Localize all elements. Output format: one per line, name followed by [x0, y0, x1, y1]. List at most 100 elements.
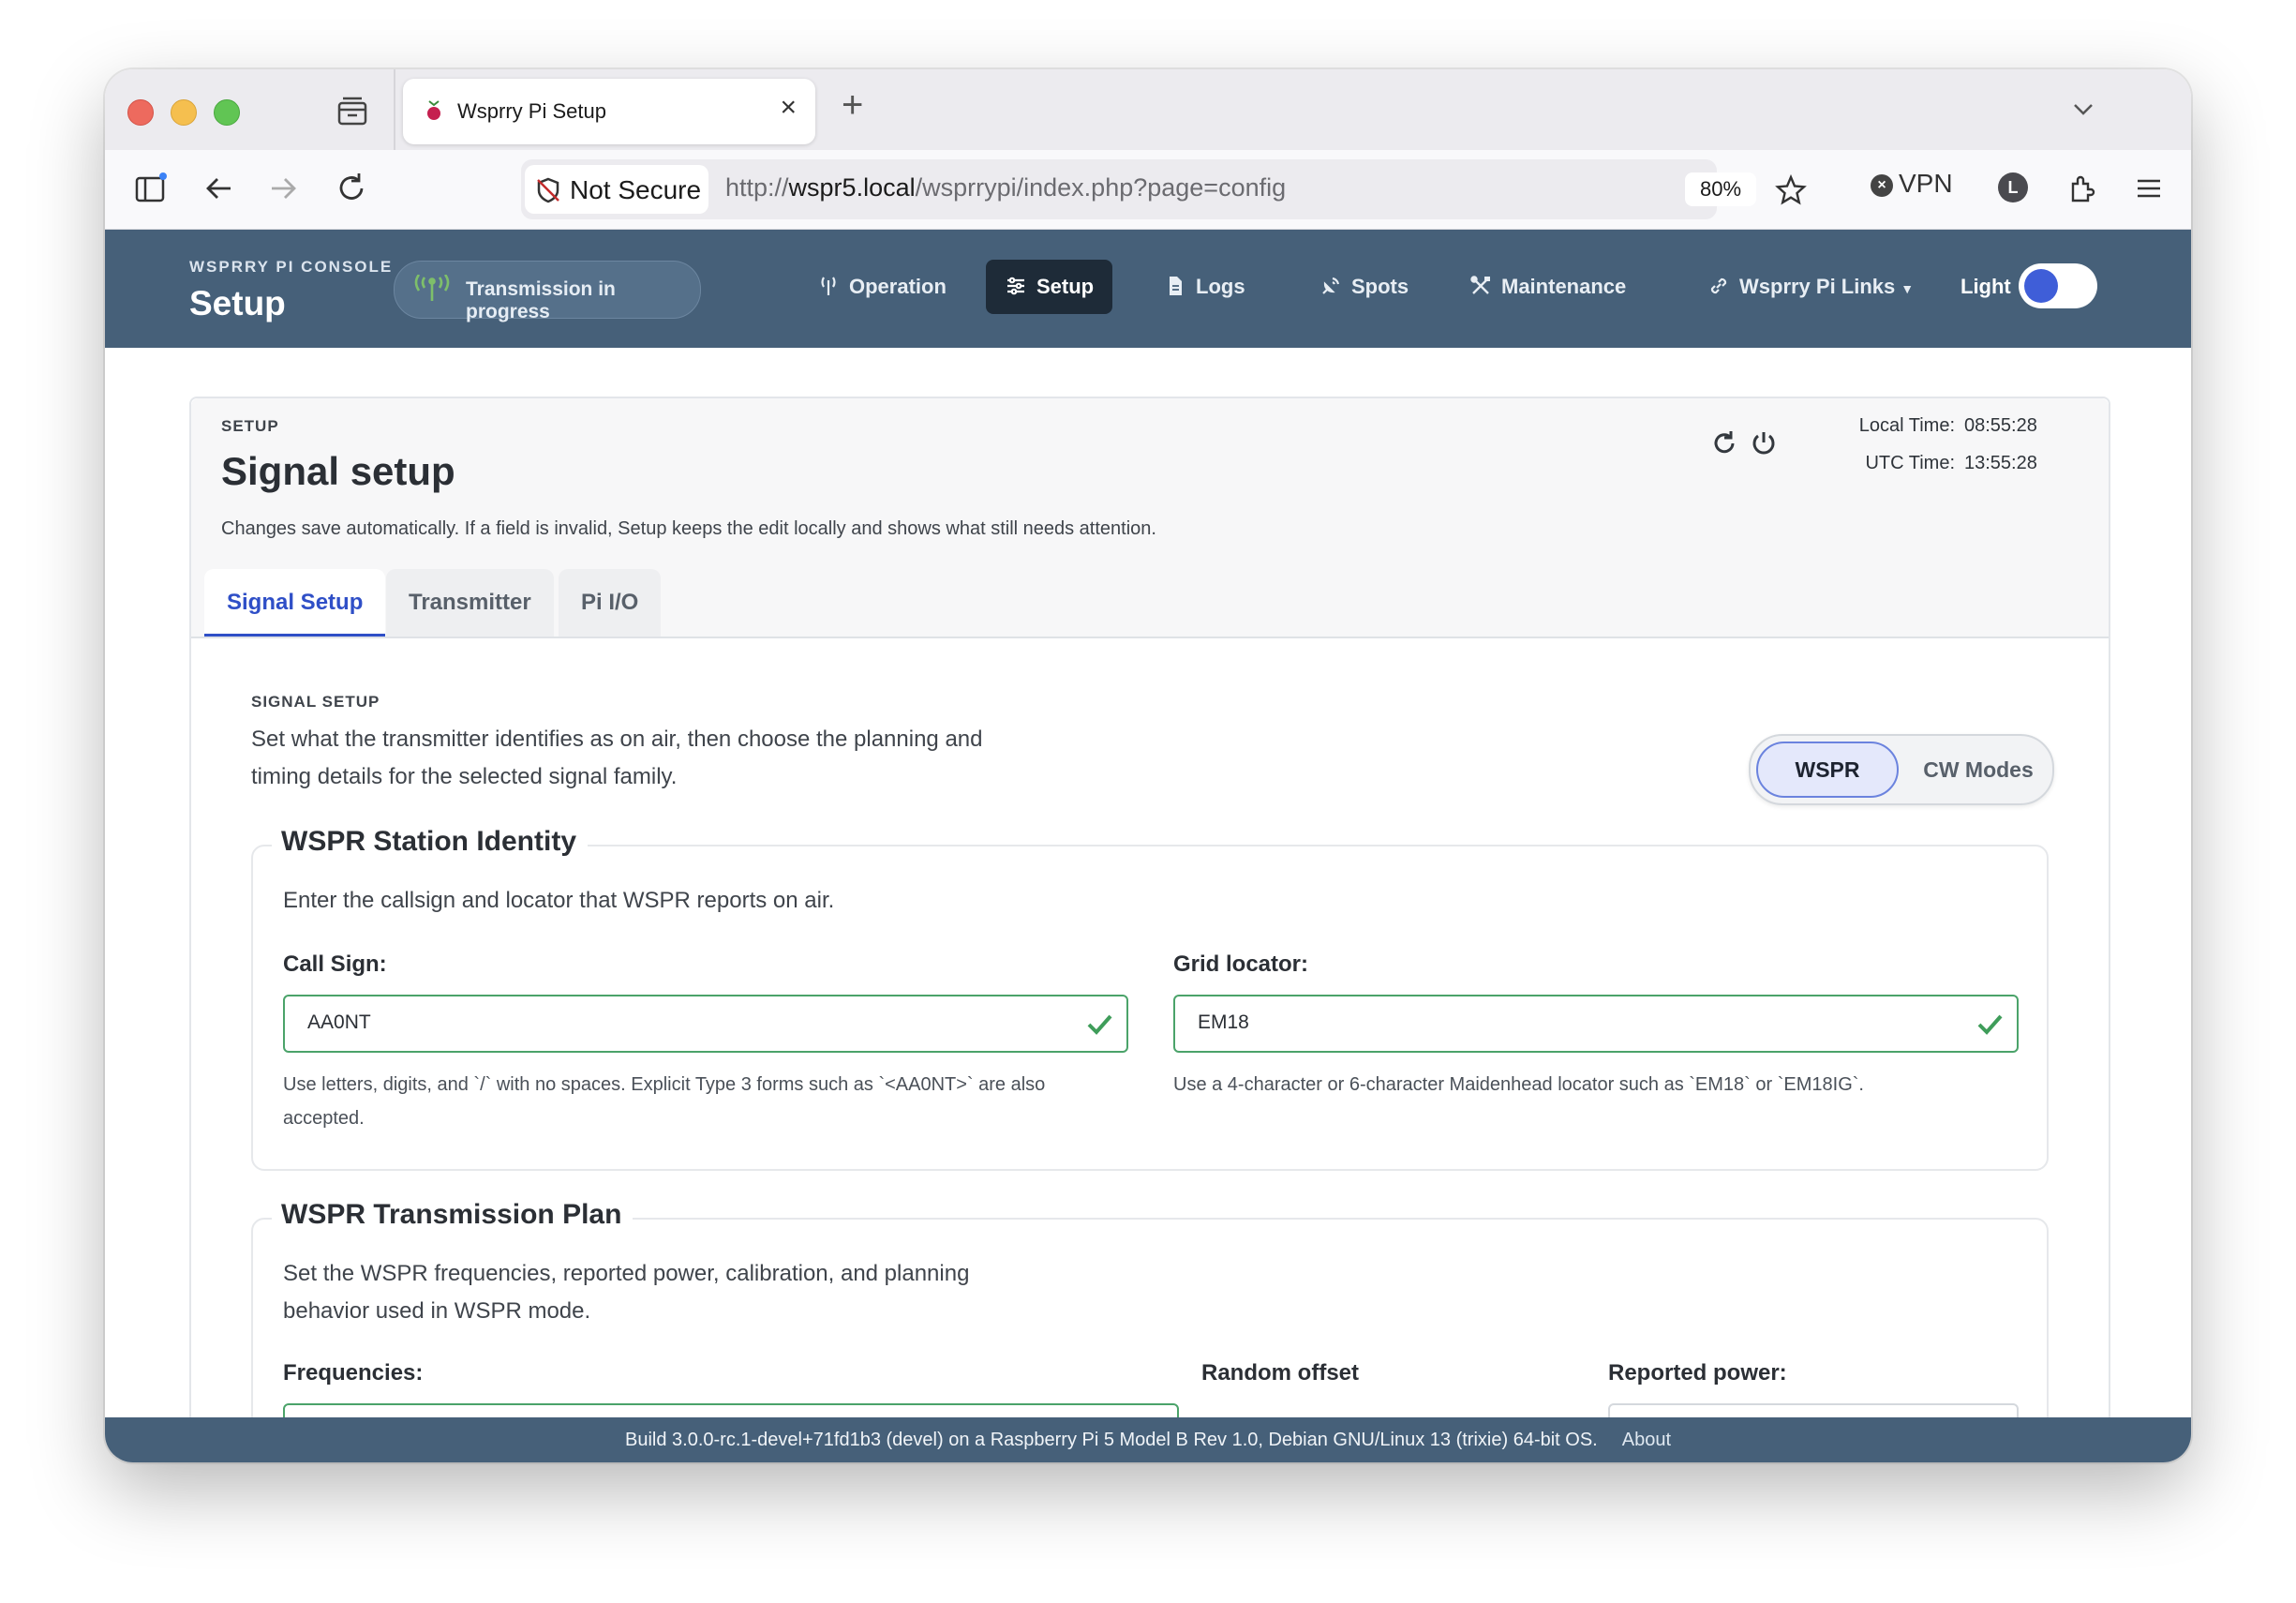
nav-logs-label: Logs: [1196, 275, 1245, 298]
transmission-plan-fieldset: WSPR Transmission Plan Set the WSPR freq…: [251, 1199, 2049, 1417]
nav-operation[interactable]: Operation: [798, 260, 965, 314]
callsign-input[interactable]: AA0NT: [283, 995, 1128, 1053]
antenna-icon: [817, 263, 840, 295]
back-icon[interactable]: [201, 171, 236, 206]
reload-icon[interactable]: [1709, 428, 1739, 458]
page-content: SETUP Signal setup Changes save automati…: [105, 348, 2191, 1417]
menu-icon[interactable]: [2131, 171, 2167, 206]
mode-cw-button[interactable]: CW Modes: [1910, 742, 2047, 798]
zoom-window-button[interactable]: [214, 99, 240, 126]
mode-segmented-control: WSPR CW Modes: [1749, 734, 2054, 805]
nav-maintenance[interactable]: Maintenance: [1451, 260, 1645, 314]
card-header: SETUP Signal setup Changes save automati…: [191, 398, 2109, 638]
url-scheme: http://: [725, 173, 789, 202]
build-info: Build 3.0.0-rc.1-devel+71fd1b3 (devel) o…: [625, 1430, 1598, 1450]
random-offset-label: Random offset: [1201, 1360, 1359, 1386]
setup-card: SETUP Signal setup Changes save automati…: [189, 397, 2110, 1417]
profile-avatar[interactable]: L: [1998, 172, 2028, 202]
transmission-status-pill: Transmission in progress: [394, 261, 701, 322]
frequencies-input[interactable]: [283, 1403, 1179, 1417]
transmission-plan-description: Set the WSPR frequencies, reported power…: [283, 1261, 970, 1324]
vpn-status[interactable]: × VPN: [1871, 169, 1953, 199]
security-indicator[interactable]: Not Secure: [525, 165, 708, 214]
tab-bar: Wsprry Pi Setup × +: [105, 69, 2191, 150]
broadcast-icon: [411, 274, 453, 303]
raspberry-favicon-icon: [424, 99, 444, 122]
page-title: Signal setup: [221, 449, 455, 493]
tools-icon: [1469, 263, 1492, 294]
valid-check-icon: [1085, 1010, 1113, 1038]
grid-input[interactable]: EM18: [1173, 995, 2019, 1053]
url-text[interactable]: http://wspr5.local/wsprrypi/index.php?pa…: [725, 173, 1286, 202]
nav-operation-label: Operation: [849, 275, 947, 298]
callsign-help: Use letters, digits, and `/` with no spa…: [283, 1074, 1046, 1129]
grid-help: Use a 4-character or 6-character Maidenh…: [1173, 1074, 1864, 1095]
document-icon: [1164, 263, 1186, 295]
nav-logs[interactable]: Logs: [1145, 260, 1264, 314]
tab-signal-setup[interactable]: Signal Setup: [204, 569, 386, 637]
reported-power-input[interactable]: [1608, 1403, 2019, 1417]
station-identity-description: Enter the callsign and locator that WSPR…: [283, 888, 835, 913]
active-tab[interactable]: Wsprry Pi Setup ×: [403, 79, 815, 144]
nav-links-dropdown[interactable]: Wsprry Pi Links ▼: [1689, 260, 1932, 314]
app-footer: Build 3.0.0-rc.1-devel+71fd1b3 (devel) o…: [105, 1417, 2191, 1462]
power-icon[interactable]: [1749, 428, 1779, 458]
caret-down-icon: ▼: [1901, 281, 1915, 296]
tab-transmitter[interactable]: Transmitter: [386, 569, 554, 637]
tab-pi-io[interactable]: Pi I/O: [559, 569, 662, 637]
local-time-value: 08:55:28: [1964, 415, 2037, 436]
section-eyebrow: SIGNAL SETUP: [251, 693, 380, 711]
zoom-level[interactable]: 80%: [1685, 172, 1756, 206]
tab-separator: [394, 69, 395, 150]
browser-window: Wsprry Pi Setup × + Not Secure http://ws…: [105, 69, 2191, 1462]
grid-value: EM18: [1198, 1011, 1249, 1033]
tab-title: Wsprry Pi Setup: [457, 99, 606, 123]
card-description: Changes save automatically. If a field i…: [221, 518, 1156, 539]
about-link[interactable]: About: [1622, 1430, 1671, 1450]
card-eyebrow: SETUP: [221, 417, 279, 435]
brand-title[interactable]: Setup: [189, 284, 286, 323]
section-description: Set what the transmitter identifies as o…: [251, 727, 983, 789]
forward-icon[interactable]: [266, 171, 302, 206]
valid-check-icon: [1975, 1010, 2004, 1038]
security-label: Not Secure: [570, 175, 702, 204]
new-tab-icon[interactable]: +: [842, 86, 863, 124]
transmission-plan-legend: WSPR Transmission Plan: [272, 1199, 634, 1231]
sidebar-icon[interactable]: [133, 171, 169, 206]
grid-label: Grid locator:: [1173, 951, 1309, 977]
shield-slash-icon: [534, 176, 562, 204]
callsign-value: AA0NT: [307, 1011, 371, 1033]
extensions-icon[interactable]: [2064, 171, 2099, 206]
transmission-status-text: Transmission in progress: [466, 278, 616, 322]
station-identity-legend: WSPR Station Identity: [272, 826, 588, 858]
vpn-label: VPN: [1899, 169, 1953, 198]
app-navbar: WSPRRY PI CONSOLE Setup Transmission in …: [105, 230, 2191, 348]
chevron-down-icon[interactable]: [2069, 96, 2097, 124]
callsign-label: Call Sign:: [283, 951, 387, 977]
nav-setup[interactable]: Setup: [986, 260, 1113, 314]
mode-wspr-button[interactable]: WSPR: [1756, 742, 1899, 798]
nav-spots[interactable]: Spots: [1301, 260, 1427, 314]
nav-links-label: Wsprry Pi Links: [1739, 275, 1896, 298]
local-time-label: Local Time:: [1858, 415, 1955, 436]
toggle-knob: [2024, 269, 2058, 303]
address-bar[interactable]: Not Secure http://wspr5.local/wsprrypi/i…: [521, 159, 1807, 219]
browser-toolbar: Not Secure http://wspr5.local/wsprrypi/i…: [105, 150, 2191, 230]
satellite-icon: [1319, 263, 1342, 294]
nav-maintenance-label: Maintenance: [1501, 275, 1627, 298]
url-host: wspr5.local: [788, 173, 916, 202]
reload-icon[interactable]: [334, 171, 369, 206]
minimize-window-button[interactable]: [171, 99, 197, 126]
nav-setup-label: Setup: [1036, 275, 1095, 298]
close-window-button[interactable]: [127, 99, 154, 126]
nav-spots-label: Spots: [1351, 275, 1409, 298]
tab-groups-icon[interactable]: [334, 94, 371, 131]
theme-toggle[interactable]: [2019, 263, 2097, 308]
brand-subtitle: WSPRRY PI CONSOLE: [189, 258, 394, 276]
link-icon: [1707, 263, 1730, 294]
close-tab-icon[interactable]: ×: [780, 94, 797, 122]
station-identity-fieldset: WSPR Station Identity Enter the callsign…: [251, 826, 2049, 1171]
theme-label: Light: [1961, 275, 2011, 298]
bookmark-star-icon[interactable]: [1775, 173, 1807, 206]
utc-time-value: 13:55:28: [1964, 453, 2037, 473]
